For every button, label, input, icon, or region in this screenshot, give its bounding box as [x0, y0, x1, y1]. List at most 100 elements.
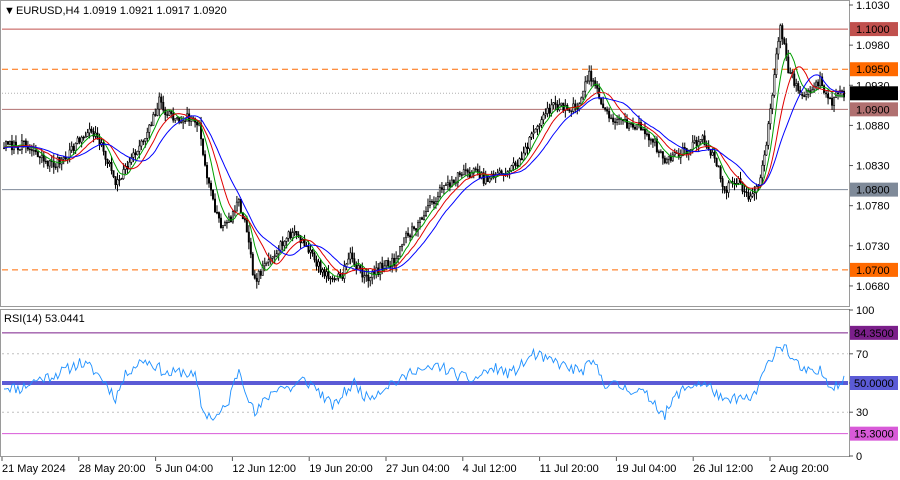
price-tick-label: 1.0780 — [856, 201, 890, 213]
candle-body — [651, 139, 654, 143]
candle-body — [287, 231, 290, 239]
candle-body — [524, 146, 527, 154]
candle-body — [72, 146, 75, 151]
candle-body — [166, 114, 169, 116]
candle-body — [84, 136, 87, 139]
candle-body — [419, 217, 422, 223]
time-tick-label: 28 May 20:00 — [79, 463, 146, 475]
candle-body — [602, 103, 605, 109]
candle-body — [106, 158, 109, 164]
candle-body — [659, 151, 662, 153]
candle-body — [552, 102, 555, 106]
candle-body — [243, 218, 246, 221]
candle-body — [815, 81, 818, 87]
candle-body — [331, 277, 334, 280]
candle-body — [612, 117, 615, 123]
candle-body — [212, 189, 215, 200]
candle-body — [329, 277, 332, 280]
candle-body — [311, 249, 314, 254]
candle-body — [618, 118, 621, 120]
candle-body — [156, 108, 159, 116]
candle-body — [769, 108, 772, 125]
chart-root: 1.10301.09801.09301.08801.08301.07801.07… — [0, 0, 898, 475]
candle-body — [383, 265, 386, 269]
candle-body — [474, 168, 477, 170]
candle-body — [763, 154, 766, 166]
candle-body — [76, 137, 79, 144]
candle-body — [510, 165, 513, 171]
candle-body — [466, 169, 469, 173]
candle-body — [570, 110, 573, 112]
candle-body — [150, 124, 153, 127]
candle-body — [108, 161, 111, 164]
symbol-title: EURUSD,H4 — [16, 5, 80, 17]
candle-body — [683, 147, 686, 149]
candle-body — [285, 238, 288, 242]
candle-body — [275, 253, 278, 257]
candle-body — [421, 217, 424, 220]
candle-body — [440, 187, 443, 190]
candle-body — [134, 152, 137, 156]
candle-body — [560, 102, 563, 106]
candle-body — [781, 25, 784, 40]
candle-body — [663, 157, 666, 163]
candle-body — [797, 83, 800, 91]
candle-body — [795, 83, 798, 86]
candle-body — [462, 169, 465, 176]
candle-body — [138, 145, 141, 152]
time-tick-label: 5 Jun 04:00 — [156, 463, 214, 475]
candle-body — [363, 275, 366, 278]
candle-body — [626, 119, 629, 129]
candle-body — [717, 165, 720, 168]
candle-body — [335, 277, 338, 281]
time-tick-label: 19 Jun 20:00 — [309, 463, 373, 475]
candle-body — [349, 252, 352, 260]
candle-body — [148, 124, 151, 133]
candle-body — [767, 123, 770, 146]
candle-body — [833, 97, 836, 106]
candle-body — [255, 277, 258, 282]
candle-body — [458, 172, 461, 175]
candle-body — [586, 80, 589, 83]
rsi-tick-label: 30 — [856, 407, 868, 419]
candle-body — [267, 259, 270, 263]
candle-body — [709, 149, 712, 156]
candle-body — [438, 187, 441, 197]
price-tick-label: 1.0730 — [856, 241, 890, 253]
candle-body — [413, 226, 416, 229]
candle-body — [661, 151, 664, 159]
candle-body — [68, 149, 71, 158]
candle-body — [592, 80, 595, 82]
candle-body — [235, 201, 238, 212]
candle-body — [436, 196, 439, 202]
candle-body — [136, 151, 139, 156]
candle-body — [325, 271, 328, 277]
candle-body — [259, 270, 262, 276]
candle-body — [582, 90, 585, 99]
candle-body — [530, 133, 533, 138]
candle-body — [428, 201, 431, 206]
candle-body — [204, 154, 207, 166]
candle-body — [110, 161, 113, 171]
candle-body — [743, 190, 746, 193]
candle-body — [208, 177, 211, 184]
candle-body — [753, 192, 756, 195]
candle-body — [90, 128, 93, 132]
candle-body — [745, 191, 748, 193]
candle-body — [32, 150, 35, 152]
candle-body — [512, 162, 515, 167]
level-label-4: 1.0700 — [856, 265, 890, 277]
candle-body — [30, 149, 33, 151]
chart-title-icon: ▼ — [4, 5, 15, 17]
time-tick-label: 2 Aug 20:00 — [770, 463, 829, 475]
candle-body — [277, 249, 280, 255]
candle-body — [643, 128, 646, 135]
candle-body — [283, 241, 286, 247]
candle-body — [590, 70, 593, 82]
time-tick-label: 21 May 2024 — [2, 463, 66, 475]
candle-body — [604, 107, 607, 110]
candle-body — [146, 131, 149, 139]
candle-body — [699, 139, 702, 143]
candle-body — [158, 96, 161, 110]
candle-body — [793, 73, 796, 86]
